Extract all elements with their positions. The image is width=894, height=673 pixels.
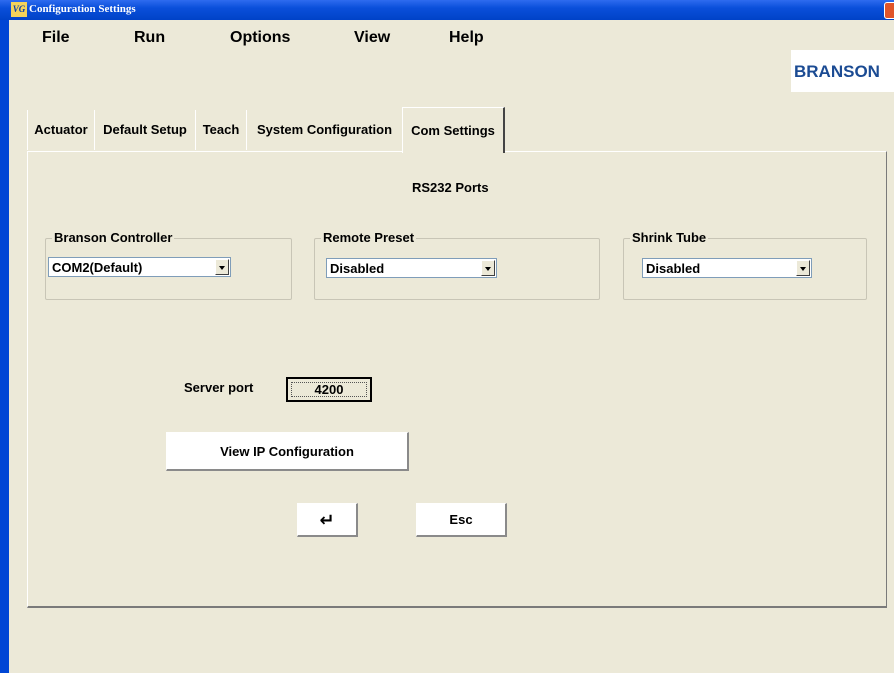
menu-run[interactable]: Run <box>134 29 165 47</box>
chevron-down-icon[interactable] <box>481 260 495 276</box>
com-settings-panel <box>27 151 887 608</box>
shrink-tube-value: Disabled <box>646 261 701 276</box>
branson-controller-label: Branson Controller <box>52 230 175 245</box>
window-left-edge <box>0 0 9 673</box>
tab-teach[interactable]: Teach <box>195 110 247 150</box>
menu-file[interactable]: File <box>42 29 70 47</box>
shrink-tube-label: Shrink Tube <box>630 230 709 245</box>
branson-controller-value: COM2(Default) <box>52 260 143 275</box>
server-port-label: Server port <box>184 380 254 395</box>
esc-button[interactable]: Esc <box>416 503 507 537</box>
shrink-tube-select[interactable]: Disabled <box>642 258 812 278</box>
window-title: Configuration Settings <box>29 3 136 15</box>
branson-logo: BRANSON <box>791 50 894 92</box>
tab-system-configuration[interactable]: System Configuration <box>246 110 403 150</box>
chevron-down-icon[interactable] <box>796 260 810 276</box>
tab-actuator[interactable]: Actuator <box>27 110 95 150</box>
server-port-input[interactable]: 4200 <box>286 377 372 402</box>
chevron-down-icon[interactable] <box>215 259 229 275</box>
remote-preset-select[interactable]: Disabled <box>326 258 497 278</box>
enter-button[interactable]: ↵ <box>297 503 358 537</box>
menu-bar: File Run Options View Help <box>9 20 894 46</box>
menu-help[interactable]: Help <box>449 29 484 47</box>
rs232-heading: RS232 Ports <box>412 180 489 195</box>
title-bar[interactable]: VG Configuration Settings <box>0 0 894 20</box>
return-arrow-icon: ↵ <box>319 510 335 530</box>
menu-options[interactable]: Options <box>230 29 290 47</box>
close-button[interactable] <box>884 2 894 19</box>
tab-default-setup[interactable]: Default Setup <box>94 110 196 150</box>
view-ip-configuration-button[interactable]: View IP Configuration <box>166 432 409 471</box>
branson-controller-select[interactable]: COM2(Default) <box>48 257 231 277</box>
app-icon: VG <box>11 2 27 17</box>
tab-com-settings[interactable]: Com Settings <box>402 107 505 153</box>
remote-preset-value: Disabled <box>330 261 385 276</box>
logo-text: BRANSON <box>794 62 880 81</box>
remote-preset-label: Remote Preset <box>321 230 417 245</box>
menu-view[interactable]: View <box>354 29 390 47</box>
